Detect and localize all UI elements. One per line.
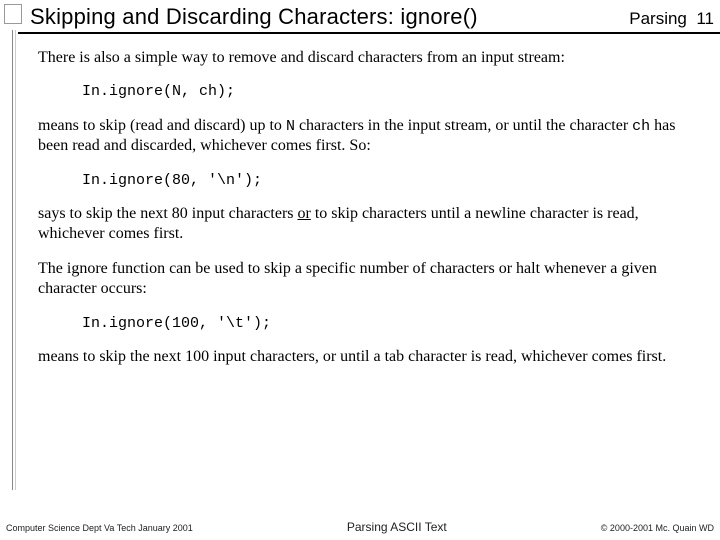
page-title: Skipping and Discarding Characters: igno…: [30, 4, 478, 30]
paragraph-intro: There is also a simple way to remove and…: [38, 48, 696, 68]
header-page-number: 11: [696, 9, 714, 28]
footer-left: Computer Science Dept Va Tech January 20…: [6, 523, 193, 533]
side-tab-decoration: [4, 4, 22, 24]
body-content: There is also a simple way to remove and…: [38, 48, 696, 381]
paragraph-says-skip: says to skip the next 80 input character…: [38, 204, 696, 245]
inline-code-ch: ch: [632, 118, 650, 135]
inline-code-N: N: [286, 118, 295, 135]
footer-right: © 2000-2001 Mc. Quain WD: [601, 523, 714, 533]
paragraph-ignore-use: The ignore function can be used to skip …: [38, 259, 696, 300]
side-rule-light: [15, 30, 16, 490]
code-block-1: In.ignore(N, ch);: [82, 82, 696, 101]
header-section-page: Parsing 11: [629, 9, 714, 29]
header-section: Parsing: [629, 9, 687, 28]
paragraph-means-100: means to skip the next 100 input charact…: [38, 347, 696, 367]
footer-center: Parsing ASCII Text: [347, 520, 447, 534]
text-fragment: says to skip the next 80 input character…: [38, 205, 298, 222]
header-rule: [18, 32, 720, 34]
code-block-2: In.ignore(80, '\n');: [82, 171, 696, 190]
header-row: Skipping and Discarding Characters: igno…: [30, 4, 714, 30]
side-rule: [12, 30, 13, 490]
slide: Skipping and Discarding Characters: igno…: [0, 0, 720, 540]
footer-row: Computer Science Dept Va Tech January 20…: [6, 520, 714, 534]
text-fragment: characters in the input stream, or until…: [295, 117, 632, 134]
paragraph-means-skip: means to skip (read and discard) up to N…: [38, 116, 696, 157]
code-block-3: In.ignore(100, '\t');: [82, 314, 696, 333]
underline-or: or: [298, 205, 311, 222]
text-fragment: means to skip (read and discard) up to: [38, 117, 286, 134]
